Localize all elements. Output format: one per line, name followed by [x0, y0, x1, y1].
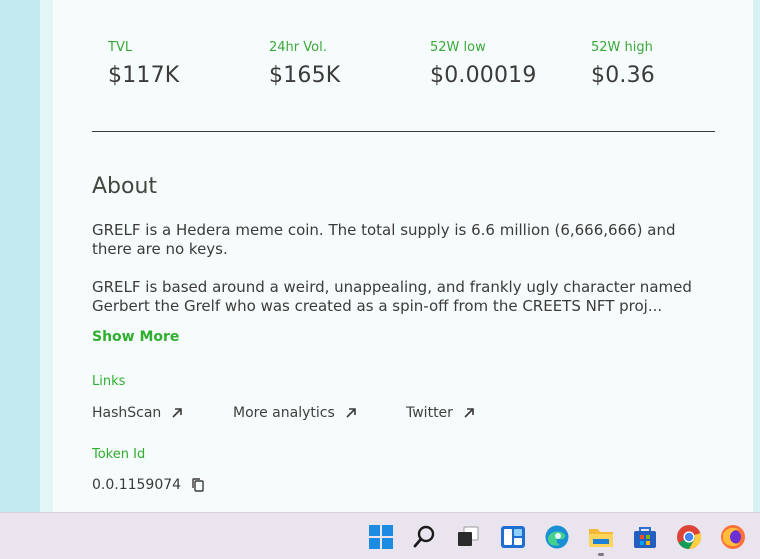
stat-value: $117K	[108, 63, 180, 88]
stat-value: $0.36	[591, 63, 655, 88]
link-label: Twitter	[406, 405, 453, 421]
stat-label: 24hr Vol.	[269, 40, 327, 55]
external-arrow-icon	[172, 408, 183, 418]
stat-value: $0.00019	[430, 63, 537, 88]
right-background-edge	[753, 0, 760, 512]
link-label: More analytics	[233, 405, 335, 421]
search-icon[interactable]	[412, 524, 438, 550]
section-divider	[92, 131, 715, 132]
links-label: Links	[92, 374, 126, 389]
left-background-strip	[0, 0, 40, 512]
stat-52w-high: 52W high $0.36	[591, 40, 655, 90]
token-id-value: 0.0.1159074	[92, 477, 182, 493]
show-more-button[interactable]: Show More	[92, 329, 179, 345]
active-app-indicator	[598, 553, 604, 556]
more-analytics-link[interactable]: More analytics	[233, 405, 357, 421]
windows-taskbar	[0, 512, 760, 559]
stat-tvl: TVL $117K	[108, 40, 179, 90]
stat-24hr-volume: 24hr Vol. $165K	[269, 40, 340, 90]
chrome-icon[interactable]	[676, 524, 702, 550]
stat-label: TVL	[108, 40, 133, 55]
stat-label: 52W high	[591, 40, 653, 55]
file-explorer-icon[interactable]	[588, 524, 614, 550]
stat-value: $165K	[269, 63, 341, 88]
windows-start-icon[interactable]	[368, 524, 394, 550]
link-label: HashScan	[92, 405, 162, 421]
token-id-label: Token Id	[92, 447, 146, 462]
hashscan-link[interactable]: HashScan	[92, 405, 183, 421]
about-heading: About	[92, 174, 158, 199]
external-arrow-icon	[464, 408, 474, 418]
token-id-row: 0.0.1159074	[92, 477, 205, 493]
firefox-icon[interactable]	[720, 524, 746, 550]
store-icon[interactable]	[632, 524, 658, 550]
edge-icon[interactable]	[544, 524, 570, 550]
task-view-icon[interactable]	[455, 524, 481, 550]
external-arrow-icon	[346, 408, 356, 418]
stat-52w-low: 52W low $0.00019	[430, 40, 537, 90]
twitter-link[interactable]: Twitter	[406, 405, 475, 421]
about-paragraph-1-line-1: GRELF is a Hedera meme coin. The total s…	[92, 221, 676, 239]
about-paragraph-2-line-2: Gerbert the Grelf who was created as a s…	[92, 297, 663, 315]
about-paragraph-1-line-2: there are no keys.	[92, 240, 228, 258]
about-paragraph-2-line-1: GRELF is based around a weird, unappeali…	[92, 278, 692, 296]
left-background-edge	[40, 0, 53, 512]
widgets-icon[interactable]	[500, 524, 526, 550]
copy-icon[interactable]	[191, 477, 205, 493]
stat-label: 52W low	[430, 40, 486, 55]
